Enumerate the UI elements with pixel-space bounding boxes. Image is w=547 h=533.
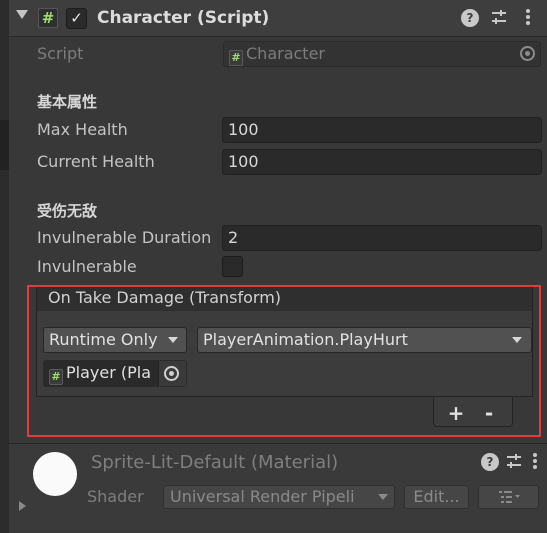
script-hash-icon: # xyxy=(38,8,58,28)
preset-sliders-icon[interactable] xyxy=(505,452,523,470)
help-icon[interactable]: ? xyxy=(481,453,499,471)
invulnerable-duration-field[interactable]: 2 xyxy=(222,225,542,251)
component-enabled-checkbox[interactable]: ✓ xyxy=(66,8,87,29)
script-label: Script xyxy=(37,44,84,63)
max-health-field[interactable]: 100 xyxy=(222,117,542,143)
chevron-down-icon xyxy=(378,494,388,500)
highlight-frame xyxy=(27,285,541,437)
kebab-menu-icon[interactable] xyxy=(526,452,544,470)
material-title: Sprite-Lit-Default (Material) xyxy=(91,452,339,473)
shader-options-button[interactable] xyxy=(478,485,539,509)
shader-label: Shader xyxy=(87,487,144,506)
current-health-field[interactable]: 100 xyxy=(222,149,542,175)
edit-shader-button[interactable]: Edit... xyxy=(404,485,469,509)
shader-dropdown[interactable]: Universal Render Pipeli xyxy=(163,485,395,509)
section-header-basic: 基本属性 xyxy=(37,93,98,111)
section-header-invulnerable: 受伤无敌 xyxy=(37,202,98,220)
script-object-field[interactable]: # Character xyxy=(223,41,541,67)
material-preview xyxy=(33,452,77,496)
invulnerable-checkbox[interactable] xyxy=(222,256,243,277)
component-title: Character (Script) xyxy=(97,8,270,28)
max-health-label: Max Health xyxy=(37,120,128,139)
kebab-menu-icon[interactable] xyxy=(519,8,537,26)
help-icon[interactable]: ? xyxy=(461,9,479,27)
preset-sliders-icon[interactable] xyxy=(490,8,508,26)
current-health-label: Current Health xyxy=(37,152,155,171)
script-value: Character xyxy=(246,44,325,63)
shader-value: Universal Render Pipeli xyxy=(170,487,355,506)
object-picker-icon[interactable] xyxy=(520,46,535,61)
foldout-arrow-icon[interactable] xyxy=(16,10,28,19)
invulnerable-duration-label: Invulnerable Duration xyxy=(37,228,212,247)
gutter-divider xyxy=(0,120,9,170)
script-hash-icon: # xyxy=(229,50,243,66)
left-gutter xyxy=(0,0,9,533)
expand-arrow-icon[interactable] xyxy=(19,501,26,511)
list-menu-icon xyxy=(498,491,520,503)
invulnerable-label: Invulnerable xyxy=(37,257,137,276)
